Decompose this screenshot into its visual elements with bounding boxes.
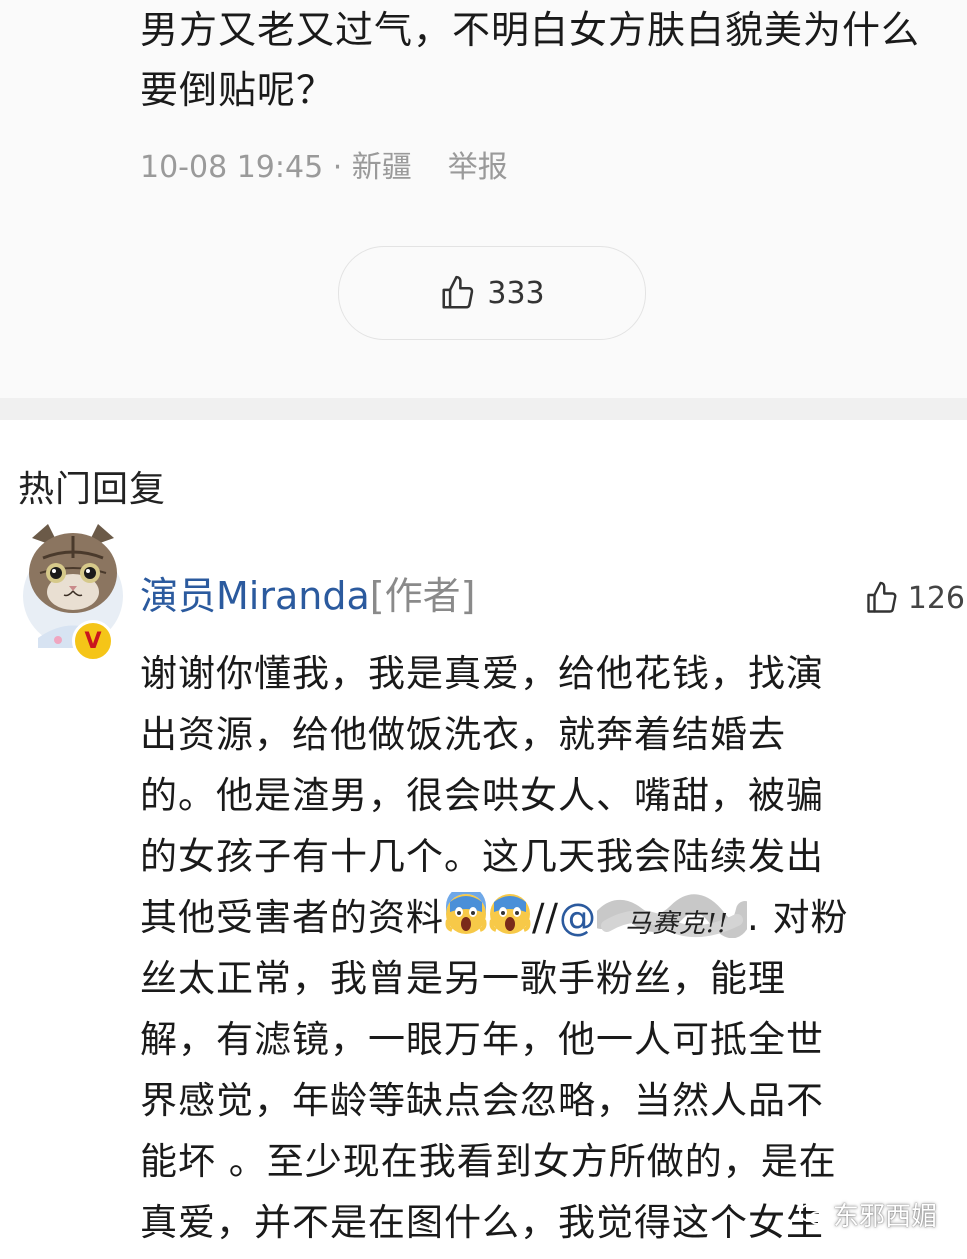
reply-line: 丝太正常，我曾是另一歌手粉丝，能理 [140, 957, 786, 1000]
hot-replies-section: 热门回复 V 演员Miranda[作者] 126 谢谢你懂我，我是真爱，给他花钱… [0, 420, 967, 1259]
comment-time-location: 10-08 19:45 · 新疆 [140, 150, 412, 185]
reply-text: 谢谢你懂我，我是真爱，给他花钱，找演 出资源，给他做饭洗衣，就奔着结婚去 的。他… [140, 643, 950, 1253]
comment-text: 男方又老又过气，不明白女方肤白貌美为什么要倒贴呢？ [140, 8, 921, 112]
avatar[interactable] [18, 518, 128, 648]
reply-like-button[interactable]: 126 [864, 580, 965, 616]
wechat-icon [798, 1203, 827, 1225]
like-button[interactable]: 333 [338, 246, 646, 340]
reply-line: 的。他是渣男，很会哄女人、嘴甜，被骗 [140, 774, 824, 817]
reply-username[interactable]: 演员Miranda[作者] [140, 565, 475, 620]
redaction-label: 马赛克!! [624, 909, 729, 939]
reply-line: 能坏 。至少现在我看到女方所做的，是在 [140, 1140, 837, 1183]
section-title: 热门回复 [18, 469, 167, 510]
slash-separator: // [532, 896, 559, 939]
reply-line: 的女孩子有十几个。这几天我会陆续发出 [140, 835, 824, 878]
verified-badge: V [72, 620, 114, 662]
watermark: 东邪西媚 [798, 1196, 937, 1233]
reply-line-text: 其他受害者的资料 [140, 896, 444, 939]
comment-meta: 10-08 19:45 · 新疆 举报 [140, 142, 508, 186]
thumbs-up-icon [442, 275, 474, 309]
watermark-text: 东邪西媚 [832, 1202, 937, 1232]
reply-line: 界感觉，年龄等缺点会忽略，当然人品不 [140, 1079, 824, 1122]
scream-emoji-icon [445, 892, 487, 934]
scream-emoji-icon [489, 894, 531, 934]
redacted-mention: 马赛克!! [596, 892, 747, 939]
reply-line-tail: . 对粉 [746, 896, 849, 939]
thumbs-up-icon [867, 581, 897, 613]
reply-line-with-mention: 其他受害者的资料 //@ 马赛克!! . 对粉 [140, 887, 950, 948]
mention-link[interactable]: @ [559, 896, 597, 939]
comment-card: 男方又老又过气，不明白女方肤白貌美为什么要倒贴呢？ 10-08 19:45 · … [0, 0, 967, 398]
author-tag: [作者] [369, 574, 476, 618]
reply-line: 谢谢你懂我，我是真爱，给他花钱，找演 [140, 652, 824, 695]
like-count: 333 [487, 275, 545, 311]
reply-line: 解，有滤镜，一眼万年，他一人可抵全世 [140, 1018, 824, 1061]
section-divider [0, 398, 967, 420]
report-link[interactable]: 举报 [448, 142, 508, 186]
reply-line: 出资源，给他做饭洗衣，就奔着结婚去 [140, 713, 786, 756]
username-text[interactable]: 演员Miranda [140, 574, 370, 618]
reply-like-count: 126 [907, 580, 965, 616]
